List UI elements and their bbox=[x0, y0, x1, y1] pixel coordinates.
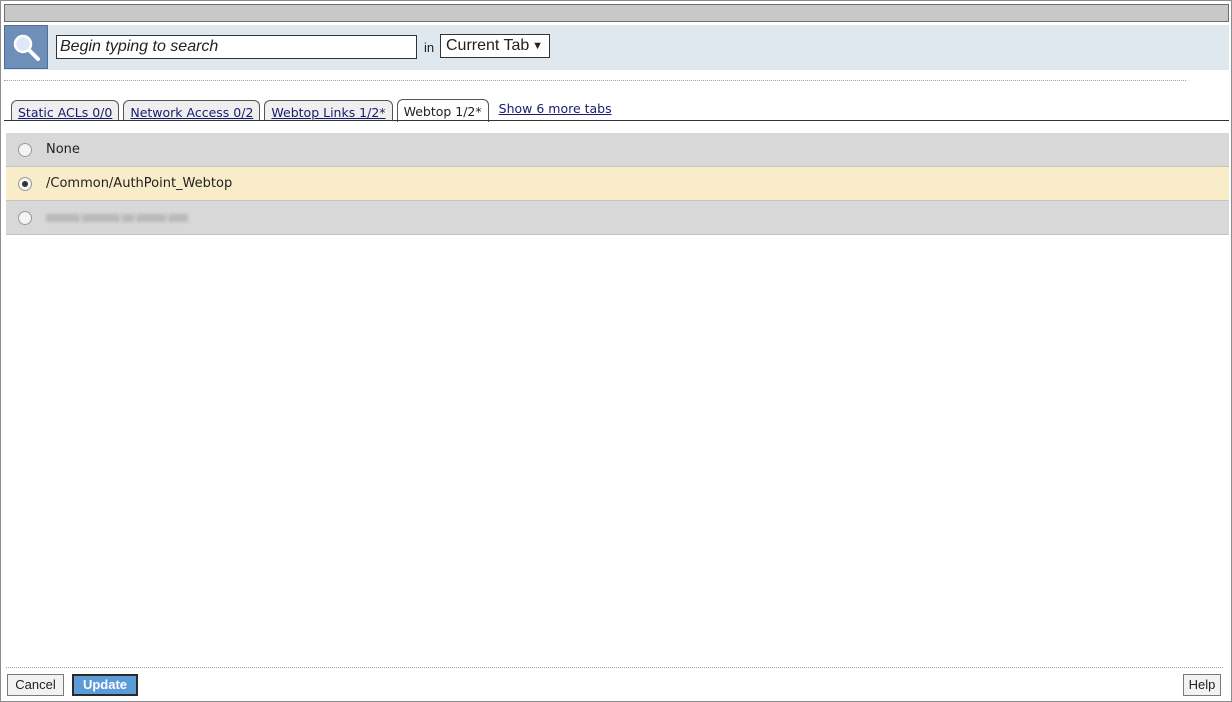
search-input[interactable] bbox=[56, 35, 417, 59]
separator bbox=[4, 80, 1186, 81]
tab-underline bbox=[4, 120, 1229, 121]
help-button[interactable]: Help bbox=[1183, 674, 1221, 696]
update-button[interactable]: Update bbox=[72, 674, 138, 696]
chevron-down-icon: ▼ bbox=[532, 40, 543, 52]
webtop-option-list: None /Common/AuthPoint_Webtop bbox=[6, 133, 1229, 235]
footer-separator bbox=[6, 667, 1223, 668]
option-label: /Common/AuthPoint_Webtop bbox=[46, 176, 233, 191]
tab-network-access[interactable]: Network Access 0/2 bbox=[123, 100, 261, 121]
radio-redacted[interactable] bbox=[18, 210, 32, 225]
option-row-redacted[interactable] bbox=[6, 201, 1229, 235]
show-more-tabs-link[interactable]: Show 6 more tabs bbox=[499, 97, 612, 121]
search-scope-select[interactable]: Current Tab ▼ bbox=[440, 34, 550, 58]
option-row-authpoint-webtop[interactable]: /Common/AuthPoint_Webtop bbox=[6, 167, 1229, 201]
option-row-none[interactable]: None bbox=[6, 133, 1229, 167]
cancel-button[interactable]: Cancel bbox=[7, 674, 64, 696]
radio-none[interactable] bbox=[18, 142, 32, 157]
radio-authpoint-webtop[interactable] bbox=[18, 176, 32, 191]
search-scope-label: in bbox=[424, 40, 435, 55]
magnifier-icon bbox=[4, 25, 48, 69]
tab-webtop-links[interactable]: Webtop Links 1/2* bbox=[264, 100, 393, 121]
search-bar: in Current Tab ▼ bbox=[4, 25, 1229, 70]
title-bar bbox=[4, 4, 1229, 22]
tab-strip: Static ACLs 0/0 Network Access 0/2 Webto… bbox=[11, 97, 612, 122]
tab-static-acls[interactable]: Static ACLs 0/0 bbox=[11, 100, 120, 121]
search-scope-value: Current Tab bbox=[446, 37, 530, 54]
option-label: None bbox=[46, 142, 80, 157]
redacted-label bbox=[46, 213, 190, 222]
tab-webtop[interactable]: Webtop 1/2* bbox=[396, 99, 489, 122]
dialog-frame: in Current Tab ▼ Static ACLs 0/0 Network… bbox=[0, 0, 1232, 702]
